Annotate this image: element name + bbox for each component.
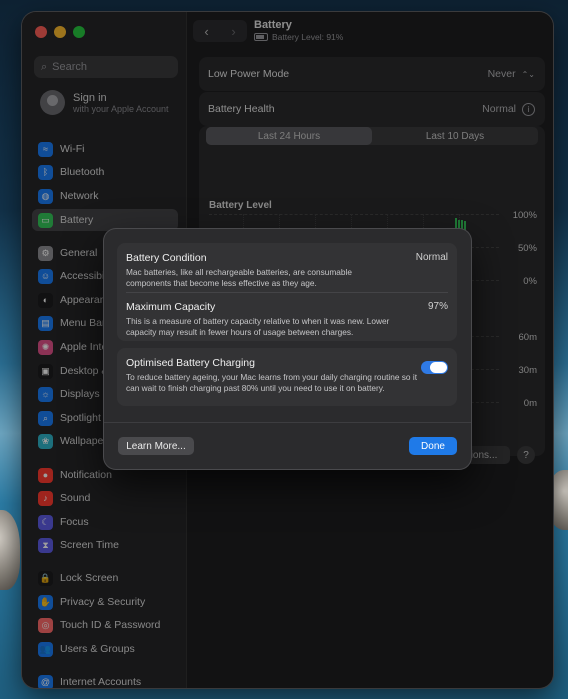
condition-capacity-card: Battery Condition Mac batteries, like al… — [117, 243, 457, 341]
done-button[interactable]: Done — [409, 437, 457, 455]
optimised-charging-desc: To reduce battery ageing, your Mac learn… — [126, 372, 417, 393]
max-capacity-desc: This is a measure of battery capacity re… — [126, 316, 390, 337]
divider — [104, 422, 471, 423]
optimised-charging-card: Optimised Battery Charging To reduce bat… — [117, 348, 457, 406]
battery-health-sheet: Battery Condition Mac batteries, like al… — [104, 229, 471, 469]
learn-more-button[interactable]: Learn More... — [118, 437, 194, 455]
battery-condition-value: Normal — [415, 252, 448, 263]
max-capacity-title: Maximum Capacity — [126, 301, 216, 313]
optimised-charging-title: Optimised Battery Charging — [126, 357, 255, 369]
optimised-charging-toggle[interactable] — [421, 361, 448, 374]
divider — [126, 292, 448, 293]
battery-condition-title: Battery Condition — [126, 252, 207, 264]
max-capacity-value: 97% — [427, 301, 448, 312]
wallpaper-rock — [0, 510, 20, 590]
battery-condition-desc: Mac batteries, like all rechargeable bat… — [126, 267, 352, 288]
